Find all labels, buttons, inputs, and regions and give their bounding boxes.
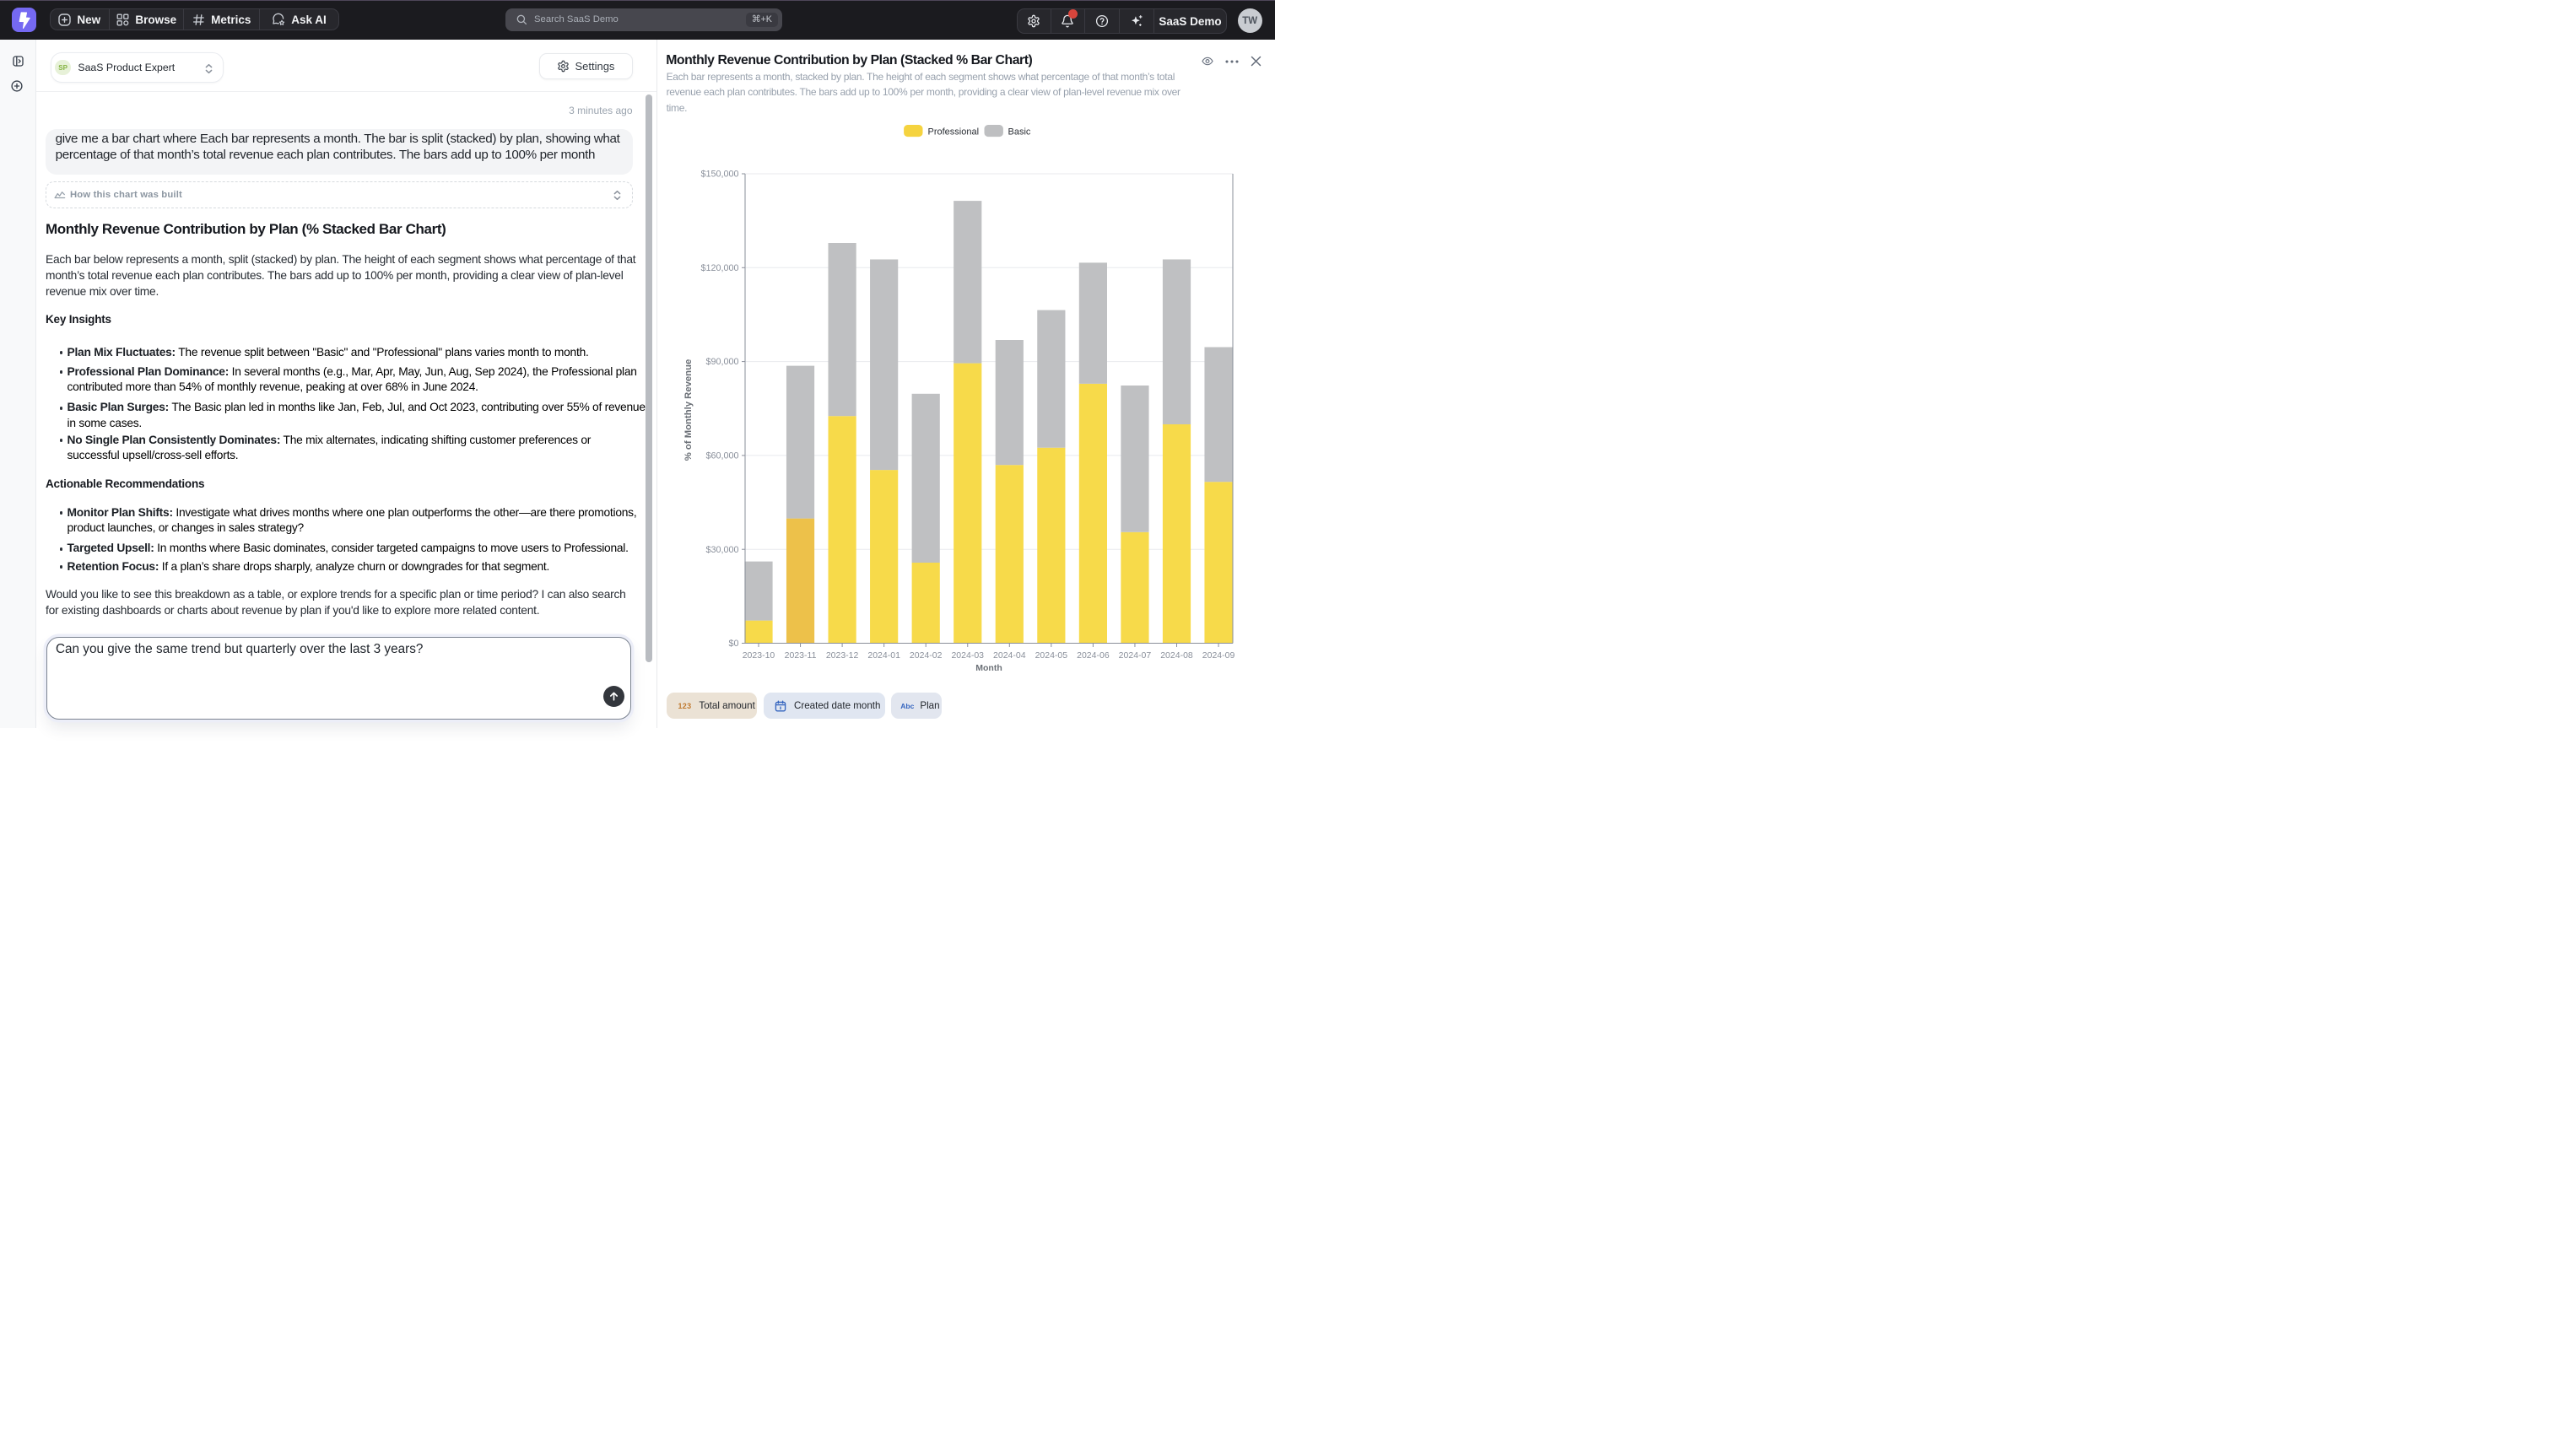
svg-text:2024-05: 2024-05 [1035,650,1068,661]
svg-text:Month: Month [975,663,1002,673]
svg-text:$90,000: $90,000 [705,357,738,367]
svg-text:% of Monthly Revenue: % of Monthly Revenue [683,359,694,461]
svg-text:2024-09: 2024-09 [1202,650,1235,661]
svg-text:2024-06: 2024-06 [1077,650,1110,661]
svg-text:2024-02: 2024-02 [910,650,943,661]
svg-text:2023-11: 2023-11 [785,650,817,661]
svg-text:2023-10: 2023-10 [743,650,775,661]
svg-text:$0: $0 [728,639,738,649]
svg-text:2023-12: 2023-12 [826,650,859,661]
svg-text:2024-07: 2024-07 [1119,650,1152,661]
svg-text:$30,000: $30,000 [705,545,738,555]
svg-text:$60,000: $60,000 [705,451,738,461]
svg-text:$150,000: $150,000 [700,170,738,180]
svg-text:2024-08: 2024-08 [1160,650,1193,661]
svg-text:Professional: Professional [928,127,980,137]
svg-text:Basic: Basic [1008,127,1031,137]
svg-text:2024-04: 2024-04 [993,650,1026,661]
svg-text:$120,000: $120,000 [700,263,738,273]
svg-text:2024-01: 2024-01 [867,650,900,661]
svg-text:2024-03: 2024-03 [951,650,984,661]
